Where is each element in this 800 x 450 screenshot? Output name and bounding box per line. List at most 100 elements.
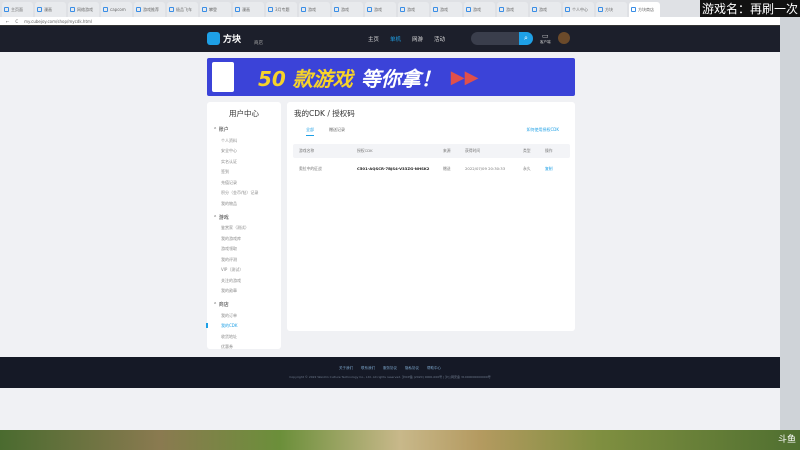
sidebar-item[interactable]: 安全中心	[207, 148, 281, 154]
sidebar-item[interactable]: 我的评测	[207, 257, 281, 263]
copy-button[interactable]: 复制	[545, 166, 553, 172]
logo-icon	[207, 32, 220, 45]
browser-tab[interactable]: 游戏	[398, 2, 429, 17]
footer-link[interactable]: 关于我们	[339, 366, 353, 371]
sidebar-item[interactable]: 鉴赏家（测试）	[207, 225, 281, 231]
tab-label: 方块商店	[638, 6, 654, 12]
nav-home[interactable]: 主页	[368, 35, 379, 43]
browser-tab[interactable]: 网络游戏	[68, 2, 99, 17]
sidebar-item[interactable]: 优惠券	[207, 344, 281, 350]
sidebar-item[interactable]: 我的CDK	[206, 323, 281, 329]
browser-tab[interactable]: 游戏	[464, 2, 495, 17]
how-to-use-link[interactable]: 如何使用授权CDK	[527, 127, 560, 133]
footer-link[interactable]: 帮助中心	[427, 366, 441, 371]
sidebar-group: ⌃ 账户个人资料安全中心实名认证签到充值记录积分（金币/钻）记录 我的物品	[207, 126, 281, 207]
col-source: 来源	[443, 148, 451, 153]
sidebar-item[interactable]: VIP（测试）	[207, 267, 281, 273]
user-center-sidebar: 用户中心 ⌃ 账户个人资料安全中心实名认证签到充值记录积分（金币/钻）记录 我的物…	[206, 102, 281, 350]
footer-link[interactable]: 隐私协议	[405, 366, 419, 371]
sidebar-item[interactable]: 收货地址	[207, 334, 281, 340]
browser-tab[interactable]: 游戏	[365, 2, 396, 17]
sidebar-item[interactable]: 我的游戏库	[207, 236, 281, 242]
browser-tab[interactable]: 游戏推荐	[134, 2, 165, 17]
browser-tab[interactable]: 游戏	[497, 2, 528, 17]
cell-source: 赠送	[443, 166, 451, 171]
banner-text-1: 50 款游戏	[258, 66, 353, 91]
browser-tab[interactable]: 漫画	[35, 2, 66, 17]
group-label: 游戏	[218, 214, 229, 221]
browser-tab[interactable]: 攀登	[200, 2, 231, 17]
stream-overlay: 游戏名：再刷一次	[700, 0, 800, 17]
favicon-icon	[367, 7, 372, 12]
favicon-icon	[598, 7, 603, 12]
site-logo[interactable]: 方块	[207, 32, 241, 45]
group-label: 商店	[218, 302, 229, 308]
browser-tab[interactable]: 漫画	[233, 2, 264, 17]
sidebar-title: 用户中心	[229, 109, 259, 118]
sidebar-item[interactable]: 实名认证	[207, 159, 281, 165]
favicon-icon	[334, 7, 339, 12]
browser-tab[interactable]: 游戏	[332, 2, 363, 17]
sidebar-item[interactable]: 个人资料	[207, 138, 281, 144]
browser-tab[interactable]: 游戏	[299, 2, 330, 17]
browser-tab[interactable]: 方块商店	[629, 2, 660, 17]
url-text[interactable]: my.cubejoy.com/shop/mycdk.html	[24, 19, 92, 24]
browser-tab[interactable]: 主页面	[2, 2, 33, 17]
favicon-icon	[235, 7, 240, 12]
sidebar-item[interactable]: 我的勋章	[207, 288, 281, 294]
sidebar-group-title[interactable]: ⌃ 游戏	[207, 214, 281, 221]
browser-tab[interactable]: 游戏	[431, 2, 462, 17]
sidebar-item[interactable]: 我的物品	[207, 201, 281, 207]
sidebar-item[interactable]: 游戏领取	[207, 246, 281, 252]
browser-tab[interactable]: 3月专题	[266, 2, 297, 17]
watermark: 斗鱼	[777, 435, 796, 445]
copyright: Copyright © 2022 WanXin Culture Technolo…	[289, 375, 491, 379]
footer-link[interactable]: 联系我们	[361, 366, 375, 371]
reload-icon[interactable]: C	[15, 19, 18, 24]
sidebar-group: ⌃ 商店我的订单我的CDK 收货地址优惠券	[206, 301, 281, 350]
favicon-icon	[499, 7, 504, 12]
browser-tab[interactable]: 游戏	[530, 2, 561, 17]
sidebar-group-title[interactable]: ⌃ 账户	[207, 126, 281, 133]
col-type: 类型	[523, 148, 531, 153]
browser-tab[interactable]: 极品飞车	[167, 2, 198, 17]
favicon-icon	[136, 7, 141, 12]
arrow-icon: ▶▶	[450, 66, 479, 88]
favicon-icon	[4, 7, 9, 12]
promo-banner[interactable]: 50 款游戏 等你拿！ ▶▶	[207, 58, 575, 96]
browser-tab[interactable]: 方块	[596, 2, 627, 17]
site-header: 方块 商店 主页 单机 网游 活动 ⌕ ▭ 客户端	[0, 25, 780, 52]
cell-game: 奥拉中的征战	[299, 166, 322, 171]
browser-tab[interactable]: 个人中心	[563, 2, 594, 17]
favicon-icon	[70, 7, 75, 12]
tab-all[interactable]: 全部	[306, 127, 314, 136]
site-footer: 关于我们 联系我们 服务协议 隐私协议 帮助中心 Copyright © 2022 Wa…	[0, 357, 780, 388]
search-icon[interactable]: ⌕	[519, 32, 533, 45]
sidebar-item[interactable]: 积分（金币/钻）记录	[207, 190, 281, 196]
shop-label[interactable]: 商店	[254, 40, 263, 46]
client-button[interactable]: ▭ 客户端	[540, 32, 551, 45]
tab-label: 主页面	[11, 6, 23, 12]
table-header: 游戏名称 授权CDK 来源 获得时间 类型 操作	[293, 144, 570, 158]
browser-tab[interactable]: capcom	[101, 2, 132, 17]
address-bar[interactable]: ← Cmy.cubejoy.com/shop/mycdk.html	[0, 17, 780, 25]
tab-label: 游戏	[407, 6, 415, 12]
sidebar-item[interactable]: 关注的游戏	[207, 278, 281, 284]
avatar[interactable]	[558, 32, 570, 44]
sidebar-item[interactable]: 签到	[207, 169, 281, 175]
tab-label: 游戏	[539, 6, 547, 12]
back-icon[interactable]: ←	[6, 19, 9, 24]
sidebar-item[interactable]: 充值记录	[207, 180, 281, 186]
favicon-icon	[103, 7, 108, 12]
sidebar-item[interactable]: 我的订单	[207, 313, 281, 319]
sidebar-group-title[interactable]: ⌃ 商店	[207, 301, 281, 308]
footer-link[interactable]: 服务协议	[383, 366, 397, 371]
cell-cdk: C501-AQSCR-7BJS4-V33ZG-NHSK2	[357, 166, 430, 171]
favicon-icon	[532, 7, 537, 12]
nav-online[interactable]: 网游	[412, 35, 423, 43]
tab-gift-records[interactable]: 赠送记录	[329, 127, 345, 136]
search-input[interactable]: ⌕	[471, 32, 533, 45]
tab-label: 游戏	[341, 6, 349, 12]
nav-events[interactable]: 活动	[434, 35, 445, 43]
nav-single[interactable]: 单机	[390, 35, 401, 43]
